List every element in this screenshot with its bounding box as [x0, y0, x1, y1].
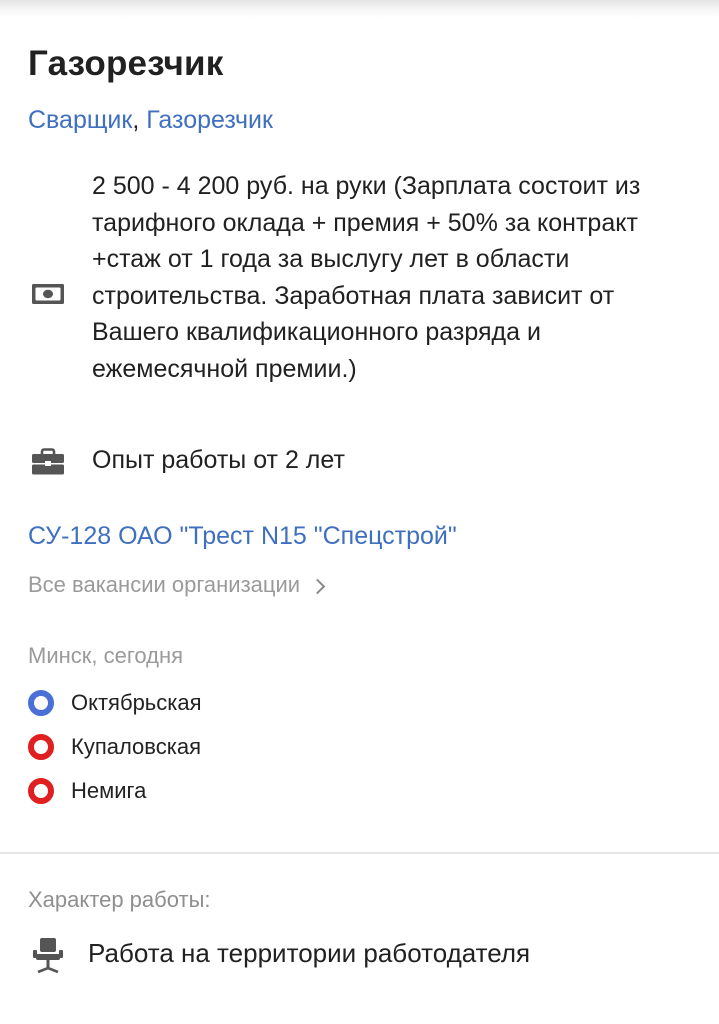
metro-line-icon: [28, 734, 54, 760]
vacancy-page: Газорезчик Сварщик, Газорезчик 2 500 - 4…: [0, 0, 719, 1024]
work-character-label: Характер работы:: [28, 887, 211, 912]
metro-station: Немига: [28, 778, 146, 804]
metro-station: Купаловская: [28, 734, 201, 760]
chevron-right-icon: [309, 578, 326, 594]
section-divider: [0, 852, 719, 854]
work-character-value: Работа на территории работодателя: [88, 938, 531, 968]
all-vacancies-label: Все вакансии организации: [28, 572, 301, 597]
metro-station-name: Купаловская: [71, 734, 201, 759]
specialization-link-gas-cutter[interactable]: Газорезчик: [146, 106, 273, 134]
specialization-link-welder[interactable]: Сварщик: [28, 106, 132, 134]
metro-station: Октябрьская: [28, 690, 202, 716]
salary-text: 2 500 - 4 200 руб. на руки (Зарплата сос…: [92, 172, 641, 383]
metro-line-icon: [28, 690, 54, 716]
specialization-separator: ,: [132, 106, 147, 134]
metro-line-icon: [28, 778, 54, 804]
toolbar-shadow: [0, 0, 719, 18]
city-date: Минск, сегодня: [28, 643, 184, 668]
metro-station-name: Октябрьская: [71, 690, 202, 715]
briefcase-icon: [32, 448, 64, 475]
company-link[interactable]: СУ-128 ОАО "Трест N15 "Спецстрой": [28, 522, 457, 551]
experience-text: Опыт работы от 2 лет: [92, 446, 345, 474]
metro-station-name: Немига: [71, 778, 147, 803]
vacancy-title: Газорезчик: [28, 44, 224, 83]
specializations: Сварщик, Газорезчик: [28, 106, 273, 135]
money-icon: [32, 284, 64, 304]
office-chair-icon: [33, 938, 63, 974]
all-vacancies-link[interactable]: Все вакансии организации: [28, 572, 326, 598]
